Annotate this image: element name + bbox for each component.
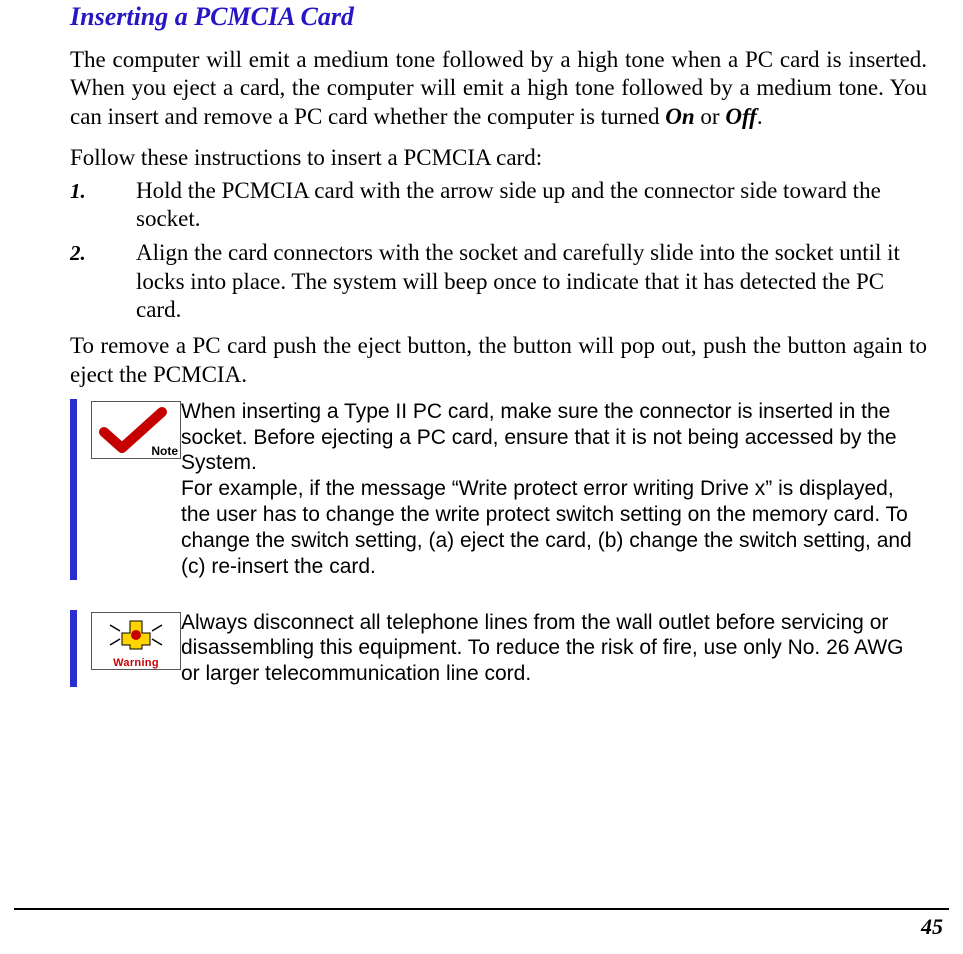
note-icon: Note	[91, 401, 181, 459]
warning-icon-label: Warning	[92, 657, 180, 669]
step-text: Hold the PCMCIA card with the arrow side…	[136, 177, 927, 234]
intro-paragraph: The computer will emit a medium tone fol…	[70, 46, 927, 131]
warning-icon: Warning	[91, 612, 181, 670]
page-content: Inserting a PCMCIA Card The computer wil…	[0, 2, 963, 687]
warning-callout: Warning Always disconnect all telephone …	[70, 610, 927, 687]
page-number: 45	[921, 914, 943, 940]
note-text: When inserting a Type II PC card, make s…	[181, 399, 927, 580]
step-number: 1.	[70, 177, 136, 234]
note-icon-container: Note	[91, 399, 181, 580]
step-row: 1. Hold the PCMCIA card with the arrow s…	[70, 177, 927, 234]
instructions-lead: Follow these instructions to insert a PC…	[70, 145, 927, 171]
callout-accent-bar	[70, 399, 77, 580]
intro-em-off: Off	[725, 104, 757, 129]
footer-rule	[14, 908, 949, 910]
intro-text-mid: or	[695, 104, 726, 129]
intro-text-1: The computer will emit a medium tone fol…	[70, 47, 927, 129]
callout-accent-bar	[70, 610, 77, 687]
section-heading: Inserting a PCMCIA Card	[70, 2, 927, 32]
ordered-steps: 1. Hold the PCMCIA card with the arrow s…	[70, 177, 927, 324]
step-text: Align the card connectors with the socke…	[136, 239, 927, 324]
note-icon-label: Note	[151, 444, 178, 458]
intro-text-end: .	[757, 104, 763, 129]
intro-em-on: On	[665, 104, 694, 129]
note-callout: Note When inserting a Type II PC card, m…	[70, 399, 927, 580]
warning-text: Always disconnect all telephone lines fr…	[181, 610, 927, 687]
step-number: 2.	[70, 239, 136, 324]
removal-paragraph: To remove a PC card push the eject butto…	[70, 332, 927, 389]
warning-icon-container: Warning	[91, 610, 181, 687]
step-row: 2. Align the card connectors with the so…	[70, 239, 927, 324]
